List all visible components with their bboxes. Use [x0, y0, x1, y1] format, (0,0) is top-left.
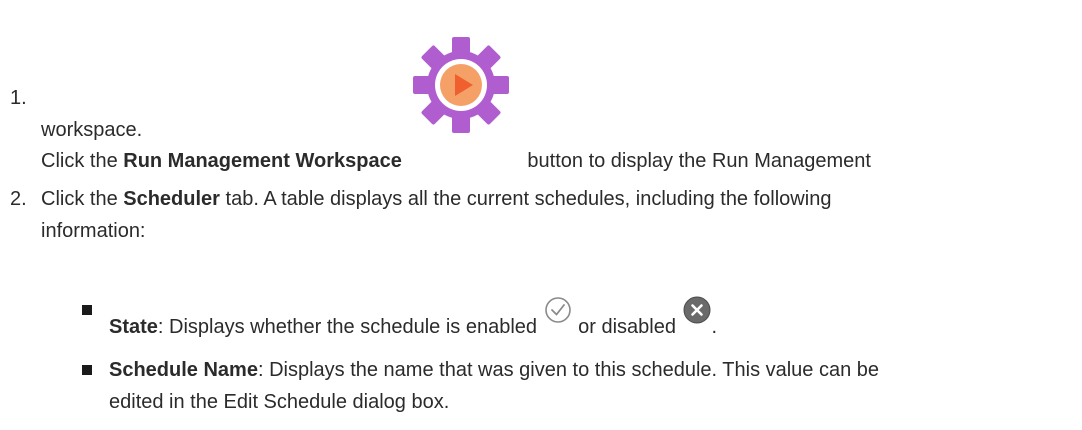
bullet-schedule-name-continuation: edited in the Edit Schedule dialog box.: [109, 391, 450, 413]
bullet-schedule-name: Schedule Name: Displays the name that wa…: [109, 359, 880, 381]
enabled-check-icon: [543, 295, 573, 325]
step-2-text: Click the Scheduler tab. A table display…: [41, 188, 832, 210]
step-1-continuation: workspace.: [41, 119, 143, 141]
run-management-workspace-label: Run Management Workspace: [123, 150, 402, 172]
bullet-state: State: Displays whether the schedule is …: [109, 295, 1079, 342]
disabled-x-icon: [682, 295, 712, 325]
step-2-continuation: information:: [41, 220, 146, 242]
step-number: 1.: [10, 87, 27, 109]
run-management-workspace-icon[interactable]: [412, 36, 510, 133]
scheduler-label: Scheduler: [123, 188, 220, 210]
bullet-marker: [82, 305, 92, 315]
step-number: 2.: [10, 188, 27, 210]
bullet-marker: [82, 365, 92, 375]
